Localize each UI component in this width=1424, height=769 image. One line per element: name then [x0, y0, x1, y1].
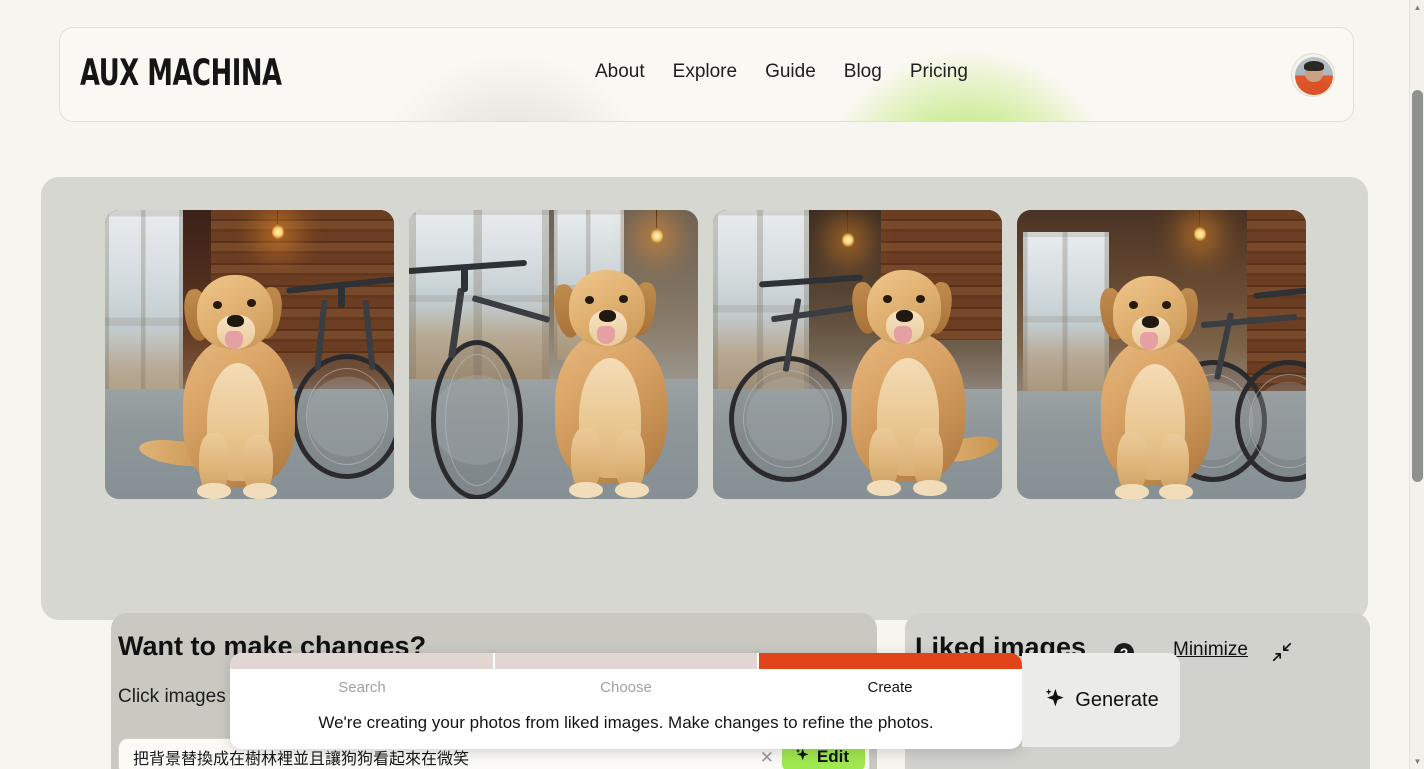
minimize-link[interactable]: Minimize [1173, 639, 1248, 661]
dog [137, 265, 317, 499]
gallery-image-1[interactable] [105, 210, 394, 499]
brand-logo[interactable]: AUX MACHINA [80, 52, 282, 95]
bike-handlebar [1252, 286, 1306, 300]
dog-eye-right [247, 299, 256, 307]
dog-eye-left [585, 296, 594, 304]
dog-tongue [225, 331, 243, 349]
dog-tongue [894, 326, 912, 344]
generate-button-label: Generate [1075, 688, 1159, 711]
progress-segment-create [759, 653, 1022, 669]
avatar-photo [1295, 57, 1333, 95]
dog-paw-left [1115, 484, 1149, 499]
nav-item-about[interactable]: About [595, 61, 645, 83]
dog-tongue [597, 326, 615, 344]
scene-backdrop [713, 210, 1002, 499]
dog-nose [599, 310, 616, 322]
scrollbar-thumb[interactable] [1412, 90, 1423, 482]
gallery-image-4[interactable] [1017, 210, 1306, 499]
dog [529, 262, 689, 499]
dog-eye-right [1162, 301, 1171, 309]
dog-nose [1142, 316, 1159, 328]
vertical-scrollbar[interactable]: ▲ ▼ [1409, 0, 1424, 769]
generate-button[interactable]: Generate [1022, 653, 1180, 747]
bike-handlebar [409, 259, 528, 275]
nav-item-pricing[interactable]: Pricing [910, 61, 968, 83]
dog-paw-right [913, 480, 947, 496]
main-navigation: About Explore Guide Blog Pricing [595, 61, 968, 83]
nav-item-blog[interactable]: Blog [844, 61, 882, 83]
bike-stem [461, 266, 468, 292]
image-strip [105, 210, 1306, 499]
collapse-icon[interactable] [1271, 641, 1293, 663]
step-label-search: Search [338, 679, 386, 696]
scene-backdrop [1017, 210, 1306, 499]
ceiling-lamp [842, 232, 854, 248]
dog-paw-right [615, 482, 649, 498]
dog-eye-right [916, 295, 925, 303]
dog-nose [227, 315, 244, 327]
ceiling-lamp [1194, 226, 1206, 242]
avatar-torso [1300, 81, 1328, 95]
gallery-image-2[interactable] [409, 210, 698, 499]
site-header: AUX MACHINA About Explore Guide Blog Pri… [59, 27, 1354, 122]
dog-paw-right [243, 483, 277, 499]
scene-backdrop [409, 210, 698, 499]
dog-eye-left [1129, 301, 1138, 309]
nav-item-guide[interactable]: Guide [765, 61, 816, 83]
step-label-choose: Choose [600, 679, 652, 696]
status-overlay: Search Choose Create We're creating your… [230, 653, 1022, 749]
sparkle-icon [1043, 687, 1065, 714]
progress-segment-search [230, 653, 493, 669]
dog [825, 260, 1001, 498]
dog-tongue [1140, 332, 1158, 350]
scroll-down-icon[interactable]: ▼ [1410, 754, 1424, 769]
scene-backdrop [105, 210, 394, 499]
ceiling-lamp [272, 224, 284, 240]
dog [1075, 268, 1235, 499]
step-label-create: Create [867, 679, 913, 696]
lamp-cord [1199, 210, 1200, 226]
dog-eye-left [213, 301, 222, 309]
lamp-cord [277, 210, 278, 224]
dog-nose [896, 310, 913, 322]
scroll-up-icon[interactable]: ▲ [1410, 0, 1424, 15]
bike-stem [338, 282, 345, 308]
dog-eye-left [883, 295, 892, 303]
dog-paw-left [197, 483, 231, 499]
bike-wheel-front [431, 340, 523, 499]
progress-segment-choose [494, 653, 758, 669]
nav-item-explore[interactable]: Explore [673, 61, 737, 83]
generated-images-panel [41, 177, 1368, 620]
sparkle-icon [794, 747, 810, 768]
dog-paw-right [1159, 484, 1193, 499]
ceiling-lamp [651, 228, 663, 244]
dog-paw-left [867, 480, 901, 496]
dog-paw-left [569, 482, 603, 498]
status-message: We're creating your photos from liked im… [318, 713, 934, 732]
progress-bar [230, 653, 1022, 669]
user-avatar[interactable] [1291, 53, 1335, 97]
step-labels: Search Choose Create [230, 679, 1022, 696]
lamp-cord [847, 210, 848, 232]
avatar-hair [1304, 61, 1324, 71]
bicycle [409, 248, 551, 499]
changes-subtitle: Click images [118, 686, 226, 707]
dog-eye-right [619, 295, 628, 303]
edit-button-label: Edit [816, 747, 849, 766]
gallery-image-3[interactable] [713, 210, 1002, 499]
lamp-cord [656, 210, 657, 228]
page-root: AUX MACHINA About Explore Guide Blog Pri… [0, 0, 1409, 769]
